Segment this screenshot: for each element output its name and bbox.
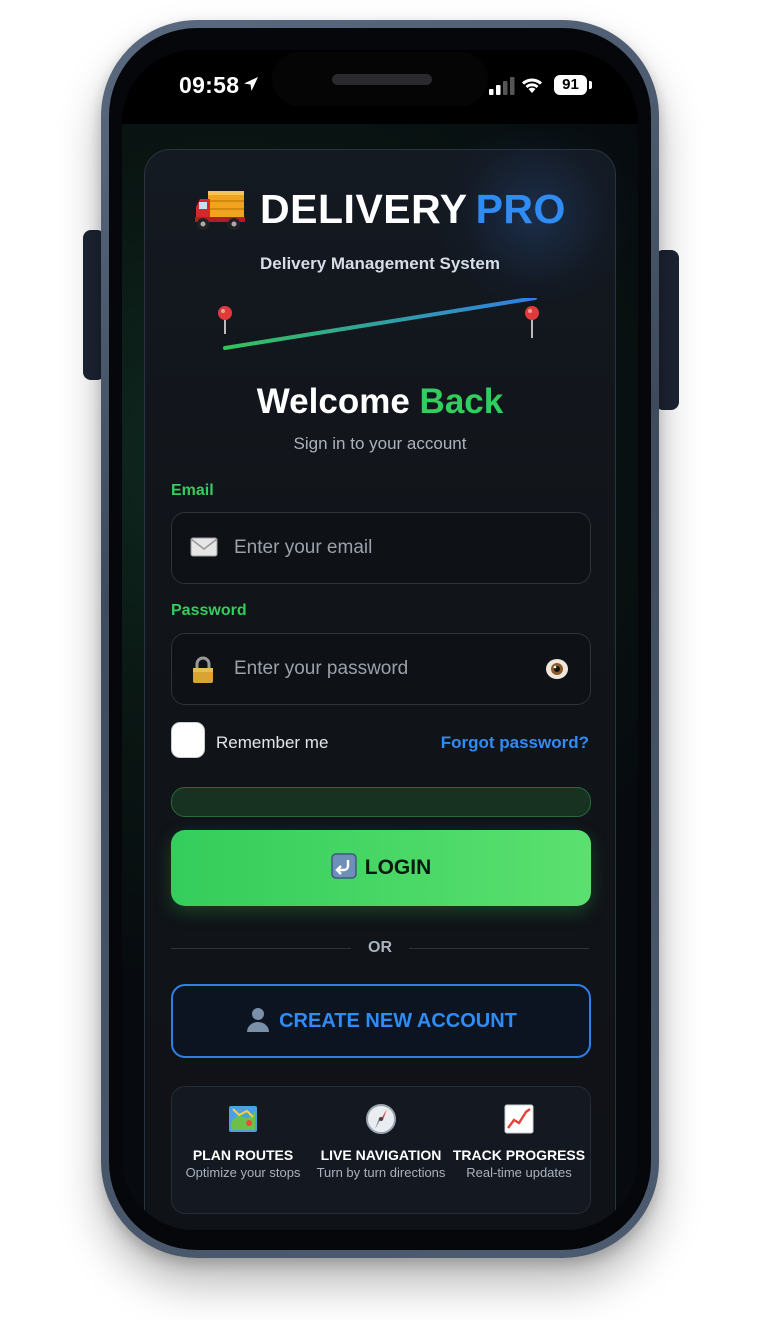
feature-desc: Turn by turn directions — [316, 1165, 446, 1180]
feature-plan-routes: PLAN ROUTES Optimize your stops — [174, 1103, 312, 1181]
login-arrow-icon — [331, 853, 357, 880]
divider-right — [409, 948, 589, 949]
login-card: DELIVERYPRO Delivery Management System — [144, 130, 635, 1230]
cellular-signal-icon — [489, 77, 515, 95]
battery-tip — [589, 81, 592, 89]
welcome-accent: Back — [419, 382, 504, 421]
status-message-bar — [171, 787, 591, 817]
login-button[interactable]: LOGIN — [171, 830, 591, 906]
remember-label: Remember me — [216, 733, 329, 752]
battery-indicator: 91 — [554, 75, 587, 95]
feature-desc: Optimize your stops — [185, 1165, 301, 1180]
create-account-button[interactable]: CREATE NEW ACCOUNT — [171, 984, 591, 1058]
eye-icon[interactable] — [544, 656, 570, 682]
welcome-heading: Welcome Back — [145, 382, 615, 422]
chart-icon — [504, 1104, 534, 1134]
route-illustration — [218, 298, 539, 350]
delivery-truck-icon — [195, 190, 246, 230]
feature-track-progress: TRACK PROGRESS Real-time updates — [450, 1103, 588, 1181]
brand-header: DELIVERY PRO — [145, 186, 615, 233]
login-button-label: LOGIN — [364, 856, 432, 879]
remember-checkbox[interactable] — [171, 722, 205, 758]
wifi-icon — [522, 78, 542, 93]
welcome-title: Welcome — [256, 382, 410, 421]
brand-accent: PRO — [475, 186, 566, 232]
email-placeholder: Enter your email — [234, 537, 373, 558]
envelope-icon — [190, 537, 218, 557]
password-label: Password — [171, 602, 247, 619]
status-time: 09:58 — [179, 72, 240, 98]
map-icon — [229, 1106, 257, 1132]
feature-title: PLAN ROUTES — [192, 1147, 294, 1163]
compass-icon — [366, 1104, 396, 1134]
email-field[interactable]: Enter your email — [171, 512, 591, 584]
features-panel: PLAN ROUTES Optimize your stops LIVE NAV… — [171, 1086, 591, 1214]
email-label: Email — [171, 482, 214, 499]
create-account-label: CREATE NEW ACCOUNT — [279, 1010, 517, 1032]
brand-name: DELIVERY — [260, 186, 468, 232]
welcome-subtitle: Sign in to your account — [293, 434, 467, 453]
location-arrow-icon — [244, 77, 258, 91]
forgot-password-link[interactable]: Forgot password? — [441, 733, 589, 753]
user-icon — [247, 1007, 270, 1032]
feature-title: LIVE NAVIGATION — [320, 1147, 442, 1163]
lock-icon — [193, 656, 213, 683]
pin-end-icon — [525, 306, 539, 338]
feature-title: TRACK PROGRESS — [452, 1147, 586, 1163]
password-field[interactable]: Enter your password — [171, 633, 591, 705]
dynamic-island — [272, 52, 488, 106]
phone-screen: 09:58 91 DELIVERY PRO Delivery Managemen… — [122, 50, 638, 1230]
status-bar: 09:58 91 — [122, 50, 638, 124]
feature-live-navigation: LIVE NAVIGATION Turn by turn directions — [312, 1103, 450, 1181]
password-placeholder: Enter your password — [234, 658, 409, 679]
app-background: DELIVERYPRO Delivery Management System — [122, 124, 638, 1230]
feature-desc: Real-time updates — [466, 1165, 572, 1180]
pin-start-icon — [218, 306, 232, 334]
app-subtitle: Delivery Management System — [260, 254, 500, 273]
